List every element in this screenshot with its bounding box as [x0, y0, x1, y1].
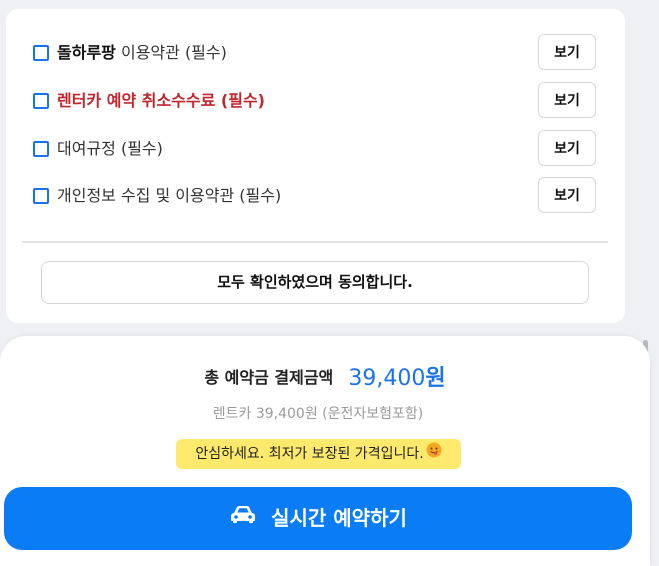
- term-label-text: 이용약관 (필수): [115, 43, 227, 62]
- term-checkbox-rental-rules[interactable]: [33, 141, 49, 157]
- car-icon: [229, 486, 257, 549]
- term-row-service: 돌하루팡 이용약관 (필수) 보기: [6, 33, 625, 73]
- badge-text: 안심하세요. 최저가 보장된 가격입니다.: [195, 446, 424, 462]
- view-button-rental-rules[interactable]: 보기: [538, 130, 596, 166]
- term-brand-name: 돌하루팡: [57, 43, 116, 62]
- reserve-button-label: 실시간 예약하기: [271, 506, 407, 530]
- term-row-cancel-fee: 렌터카 예약 취소수수료 (필수) 보기: [6, 81, 625, 121]
- reserve-button[interactable]: 실시간 예약하기: [4, 487, 632, 550]
- view-button-privacy[interactable]: 보기: [538, 177, 596, 213]
- term-checkbox-service[interactable]: [33, 45, 49, 61]
- term-row-privacy: 개인정보 수집 및 이용약관 (필수) 보기: [6, 176, 625, 216]
- total-amount-unit: 원: [425, 366, 446, 391]
- term-checkbox-privacy[interactable]: [33, 188, 49, 204]
- divider: [22, 241, 608, 243]
- lowest-price-badge: 안심하세요. 최저가 보장된 가격입니다.: [176, 439, 461, 469]
- view-button-service[interactable]: 보기: [538, 34, 596, 70]
- terms-card: 돌하루팡 이용약관 (필수) 보기 렌터카 예약 취소수수료 (필수) 보기 대…: [6, 9, 625, 323]
- total-amount-value: 39,400: [348, 366, 426, 391]
- total-amount: 39,400원: [348, 366, 445, 391]
- term-checkbox-cancel-fee[interactable]: [33, 93, 49, 109]
- term-row-rental-rules: 대여규정 (필수) 보기: [6, 129, 625, 169]
- view-button-cancel-fee[interactable]: 보기: [538, 82, 596, 118]
- agree-all-button[interactable]: 모두 확인하였으며 동의합니다.: [41, 261, 589, 304]
- total-row: 총 예약금 결제금액 39,400원: [0, 360, 650, 392]
- term-label-rental-rules[interactable]: 대여규정 (필수): [57, 138, 163, 160]
- payment-panel: 총 예약금 결제금액 39,400원 렌트카 39,400원 (운전자보험포함)…: [0, 336, 650, 566]
- term-label-service[interactable]: 돌하루팡 이용약관 (필수): [57, 42, 227, 64]
- price-breakdown: 렌트카 39,400원 (운전자보험포함): [212, 406, 424, 422]
- smile-tongue-emoji-icon: [426, 439, 442, 469]
- term-label-privacy[interactable]: 개인정보 수집 및 이용약관 (필수): [57, 185, 281, 207]
- term-label-cancel-fee[interactable]: 렌터카 예약 취소수수료 (필수): [57, 90, 265, 112]
- total-label: 총 예약금 결제금액: [204, 368, 334, 387]
